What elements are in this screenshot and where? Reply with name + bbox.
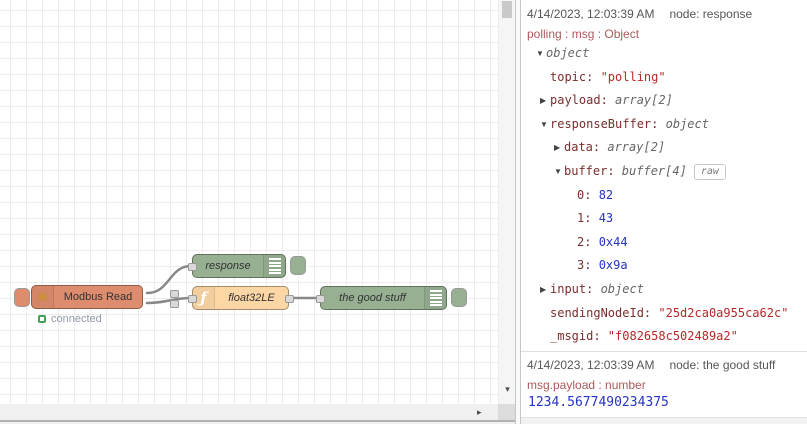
debug-node-name: node: the good stuff [669, 358, 776, 372]
flow-canvas[interactable]: ✳ Modbus Read connected response ƒ float… [0, 0, 498, 404]
expand-arrow-icon[interactable]: ▶ [540, 278, 550, 302]
node-red-window: ✳ Modbus Read connected response ƒ float… [0, 0, 807, 424]
tree-key: data: [564, 140, 608, 155]
float32le-input-port[interactable] [188, 295, 197, 303]
modbus-output-port-1[interactable] [170, 290, 179, 298]
scrollbar-corner [498, 404, 516, 420]
function-glyph: ƒ [200, 288, 207, 307]
debug-payload-value: 1234.5677490234375 [528, 395, 669, 410]
tree-value-string: "f082658c502489a2" [607, 329, 738, 344]
collapse-arrow-icon[interactable]: ▼ [536, 42, 546, 66]
node-label-modbus: Modbus Read [63, 291, 133, 303]
wires-layer [145, 264, 319, 305]
debug-message-goodstuff: 4/14/2023, 12:03:39 AM node: the good stu… [521, 352, 807, 418]
debug-object-tree: ▼ object topic: "polling" ▶ payload: array[2… [527, 42, 805, 349]
debug-message-meta: 4/14/2023, 12:03:39 AM node: response [527, 7, 752, 21]
tree-value-string: "25d2ca0a955ca62c" [658, 305, 789, 320]
collapse-arrow-icon[interactable]: ▼ [554, 160, 564, 184]
debug-tree-row: ▶ data: array[2] [527, 136, 805, 160]
canvas-vertical-scrollbar[interactable]: ▾ [498, 0, 515, 404]
node-label-response: response [205, 260, 251, 272]
debug-bars-glyph [268, 258, 281, 274]
raw-button[interactable]: raw [693, 163, 726, 180]
debug-message-meta: 4/14/2023, 12:03:39 AM node: the good stu… [527, 358, 775, 372]
debug-tree-row: ▶ input: object [527, 278, 805, 302]
debug-tree-row: ▶ payload: array[2] [527, 89, 805, 113]
node-response[interactable]: response [188, 254, 286, 278]
debug-list-icon [263, 255, 285, 277]
goodstuff-enable-toggle[interactable] [451, 288, 467, 307]
debug-tree-row: _msgid: "f082658c502489a2" [527, 325, 805, 349]
collapse-arrow-icon[interactable]: ▼ [540, 113, 550, 137]
debug-timestamp: 4/14/2023, 12:03:39 AM [527, 7, 655, 21]
debug-tree-row: ▼ object [527, 42, 805, 66]
debug-message-path: msg.payload : number [527, 378, 646, 392]
tree-value-type: buffer[4] [621, 163, 687, 178]
debug-panel-footer [521, 418, 807, 424]
debug-node-name: node: response [669, 7, 753, 21]
modbus-glyph: ✳ [36, 289, 49, 305]
node-modbus-read[interactable]: ✳ Modbus Read [31, 285, 179, 309]
debug-tree-row: topic: "polling" [527, 66, 805, 90]
tree-value-number: 82 [598, 187, 614, 202]
response-input-port[interactable] [188, 263, 197, 271]
node-float32le[interactable]: ƒ float32LE [188, 286, 294, 310]
debug-tree-row: 3: 0x9a [527, 254, 805, 278]
tree-value-type: array[2] [607, 140, 666, 155]
node-label-goodstuff: the good stuff [339, 292, 406, 304]
debug-sidebar[interactable]: 4/14/2023, 12:03:39 AM node: response pol… [521, 0, 807, 424]
debug-bars-glyph [429, 290, 442, 306]
wire-modbus-to-float32le[interactable] [145, 296, 193, 305]
node-label-float32le: float32LE [228, 292, 275, 304]
debug-tree-row: ▼ responseBuffer: object [527, 113, 805, 137]
tree-key: payload: [550, 93, 616, 108]
debug-message-response: 4/14/2023, 12:03:39 AM node: response pol… [521, 0, 807, 352]
tree-key: sendingNodeId: [550, 305, 659, 320]
node-the-good-stuff[interactable]: the good stuff [316, 286, 447, 310]
tree-key: _msgid: [550, 329, 608, 344]
tree-value-number: 43 [598, 211, 614, 226]
tree-value-string: "polling" [600, 69, 666, 84]
status-connected-icon [38, 315, 46, 323]
tree-key: 0: [577, 187, 599, 202]
expand-arrow-icon[interactable]: ▶ [540, 89, 550, 113]
tree-key: 3: [577, 258, 599, 273]
tree-value-number: 0x9a [598, 258, 628, 273]
tree-key: topic: [550, 69, 601, 84]
debug-message-path: polling : msg : Object [527, 27, 640, 41]
expand-arrow-icon[interactable]: ▶ [554, 136, 564, 160]
status-label: connected [51, 313, 102, 325]
tree-value-type: object [546, 46, 590, 60]
scroll-right-arrow-icon[interactable]: ▸ [477, 407, 482, 418]
modbus-node-button[interactable] [14, 288, 30, 307]
tree-key: input: [550, 281, 601, 296]
canvas-horizontal-scrollbar[interactable]: ▸ [0, 404, 498, 421]
modbus-status: connected [38, 313, 102, 325]
tree-value-type: object [665, 116, 709, 131]
tree-key: 2: [577, 234, 599, 249]
debug-tree-row: 0: 82 [527, 184, 805, 208]
tree-value-type: array[2] [615, 93, 673, 108]
vertical-scrollbar-thumb[interactable] [502, 1, 512, 18]
wire-modbus-to-response[interactable] [145, 264, 193, 295]
scroll-down-arrow-icon[interactable]: ▾ [499, 384, 516, 395]
debug-tree-row: ▼ buffer: buffer[4] raw [527, 160, 805, 184]
tree-key: responseBuffer: [550, 116, 666, 131]
tree-key: 1: [577, 211, 599, 226]
tree-value-type: object [600, 281, 644, 296]
debug-tree-row: 1: 43 [527, 207, 805, 231]
response-enable-toggle[interactable] [290, 256, 306, 275]
modbus-output-port-2[interactable] [170, 300, 179, 308]
debug-tree-row: 2: 0x44 [527, 231, 805, 255]
debug-timestamp: 4/14/2023, 12:03:39 AM [527, 358, 655, 372]
debug-tree-row: sendingNodeId: "25d2ca0a955ca62c" [527, 302, 805, 326]
tree-key: buffer: [564, 163, 622, 178]
modbus-gear-icon: ✳ [32, 286, 54, 308]
goodstuff-input-port[interactable] [316, 295, 325, 303]
float32le-output-port[interactable] [285, 295, 294, 303]
tree-value-number: 0x44 [598, 234, 628, 249]
debug-list-icon [424, 287, 446, 309]
